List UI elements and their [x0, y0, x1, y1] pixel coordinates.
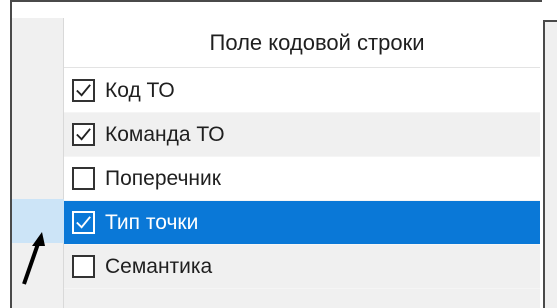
column-header[interactable]: Поле кодовой строки [64, 18, 540, 68]
list-item-poperechnik[interactable]: Поперечник [64, 157, 540, 201]
list-item-tip-tochki[interactable]: Тип точки [64, 201, 540, 245]
list-item-semantika[interactable]: Семантика [64, 245, 540, 289]
checkmark-icon [76, 84, 91, 97]
list-item-label: Тип точки [105, 210, 199, 234]
checkmark-icon [76, 216, 91, 229]
checkmark-icon [76, 128, 91, 141]
list-item-label: Семантика [105, 254, 213, 278]
window-frame: Поле кодовой строки Код ТО Команда ТО По… [0, 0, 557, 308]
list-item-label: Поперечник [105, 166, 221, 190]
checkbox[interactable] [72, 79, 95, 102]
checkbox[interactable] [72, 123, 95, 146]
checkbox[interactable] [72, 211, 95, 234]
checkbox[interactable] [72, 255, 95, 278]
checkbox-list: Код ТО Команда ТО Поперечник Тип точки С… [64, 69, 540, 289]
mouse-pointer-icon [22, 232, 45, 285]
column-header-label: Поле кодовой строки [209, 29, 425, 55]
list-item-label: Код ТО [105, 78, 175, 102]
checkbox[interactable] [72, 167, 95, 190]
empty-row-area [64, 289, 540, 308]
adjacent-panel-edge [543, 20, 557, 308]
list-item-label: Команда ТО [105, 122, 225, 146]
list-item-komanda-to[interactable]: Команда ТО [64, 113, 540, 157]
list-item-kod-to[interactable]: Код ТО [64, 69, 540, 113]
